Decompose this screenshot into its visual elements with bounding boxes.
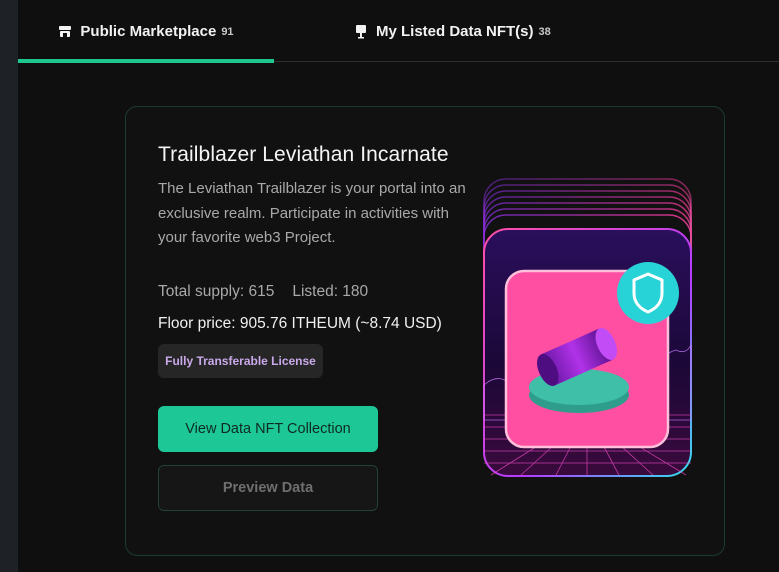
preview-data-button[interactable]: Preview Data xyxy=(158,465,378,511)
nft-artwork xyxy=(481,175,696,480)
tab-label: Public Marketplace xyxy=(80,22,217,40)
view-collection-button[interactable]: View Data NFT Collection xyxy=(158,406,378,452)
store-icon xyxy=(58,24,72,38)
nft-title: Trailblazer Leviathan Incarnate xyxy=(158,143,449,166)
tab-count: 91 xyxy=(221,25,234,38)
nft-description: The Leviathan Trailblazer is your portal… xyxy=(158,180,466,246)
tab-bar: Public Marketplace 91 My Listed Data NFT… xyxy=(18,0,779,63)
tab-public-marketplace[interactable]: Public Marketplace 91 xyxy=(18,0,274,63)
supply-stats: Total supply: 615 Listed: 180 xyxy=(158,283,368,301)
floor-price: Floor price: 905.76 ITHEUM (~8.74 USD) xyxy=(158,315,442,332)
data-nft-card: Trailblazer Leviathan Incarnate The Levi… xyxy=(125,106,725,556)
listed-count: Listed: 180 xyxy=(292,283,369,300)
sign-icon xyxy=(354,24,368,38)
tab-count: 38 xyxy=(538,25,551,38)
total-supply: Total supply: 615 xyxy=(158,283,275,300)
tab-label: My Listed Data NFT(s) xyxy=(376,22,534,40)
active-tab-indicator xyxy=(18,59,274,63)
left-sidebar-strip xyxy=(0,0,18,572)
tab-my-listed-data-nfts[interactable]: My Listed Data NFT(s) 38 xyxy=(354,0,551,62)
shield-icon xyxy=(617,262,679,324)
license-badge: Fully Transferable License xyxy=(158,344,323,378)
